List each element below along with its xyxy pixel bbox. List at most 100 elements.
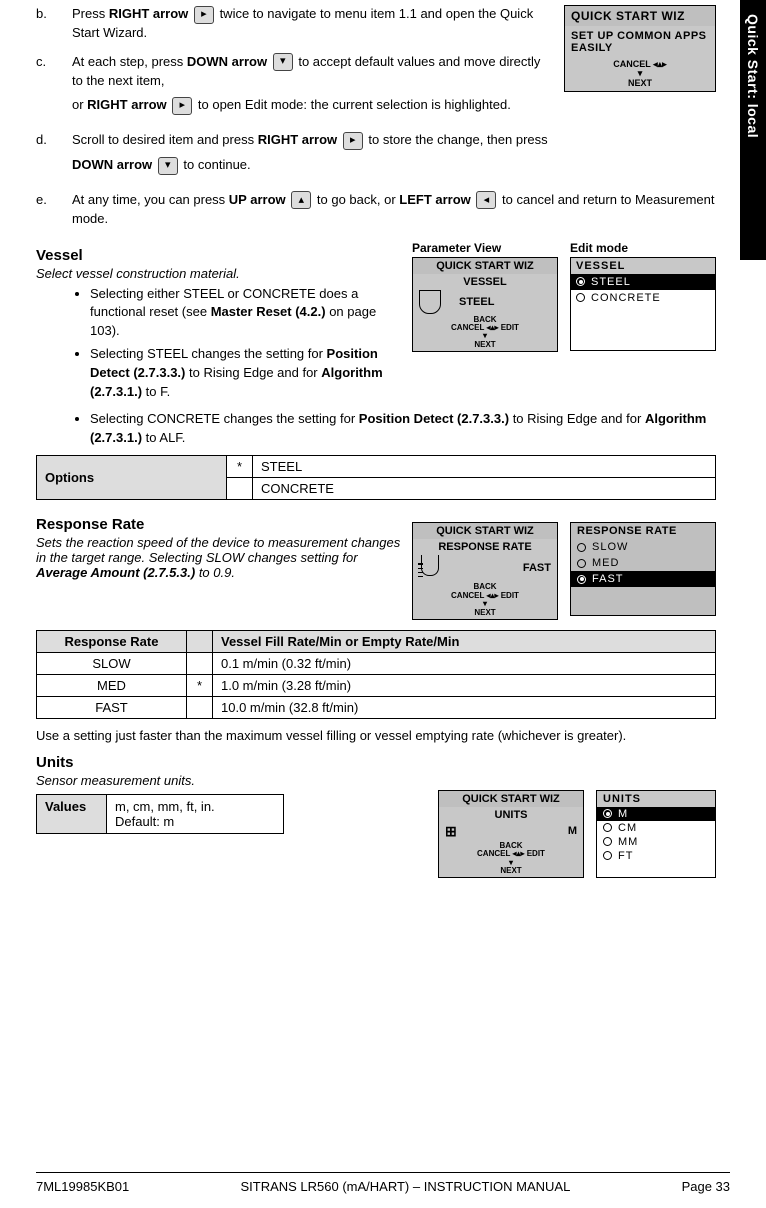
text: Selecting CONCRETE changes the setting f… <box>90 411 359 426</box>
nav-next: NEXT <box>413 609 557 617</box>
value-cell: 1.0 m/min (3.28 ft/min) <box>213 674 716 696</box>
step-c: At each step, press DOWN arrow ▾ to acce… <box>72 53 552 122</box>
vessel-param-panel: QUICK START WIZ VESSEL STEEL BACK CANCEL… <box>412 257 558 353</box>
nav-next: NEXT <box>565 79 715 88</box>
vessel-bullet: Selecting CONCRETE changes the setting f… <box>90 410 716 448</box>
step-letter: b. <box>36 5 72 43</box>
vessel-bullet: Selecting either STEEL or CONCRETE does … <box>90 285 402 342</box>
option-label: M <box>618 808 628 820</box>
nav-cancel: CANCEL <box>451 591 484 600</box>
radio-icon <box>603 823 612 832</box>
response-edit-panel: RESPONSE RATE SLOW MED FAST <box>570 522 716 616</box>
edit-option-mm: MM <box>597 835 715 849</box>
nav-cancel: CANCEL <box>613 59 650 69</box>
nav-cancel: CANCEL <box>477 849 510 858</box>
option-row: STEEL <box>253 456 716 478</box>
step-letter: d. <box>36 131 72 181</box>
key-label: RIGHT arrow <box>258 132 337 147</box>
vessel-edit-panel: VESSEL STEEL CONCRETE <box>570 257 716 351</box>
option-label: MM <box>618 836 638 848</box>
text: to store the change, then press <box>368 132 547 147</box>
step-b: Press RIGHT arrow ▸ twice to navigate to… <box>72 5 552 43</box>
lcd-value: M <box>568 825 577 837</box>
nav-edit: EDIT <box>501 591 519 600</box>
response-note: Use a setting just faster than the maxim… <box>36 727 716 746</box>
text: to F. <box>146 384 171 399</box>
edit-title: VESSEL <box>571 258 715 274</box>
edit-option-fast: FAST <box>571 571 715 587</box>
units-param-panel: QUICK START WIZ UNITS ⊞ M BACK CANCEL ◂▴… <box>438 790 584 879</box>
vessel-bullet: Selecting STEEL changes the setting for … <box>90 345 402 402</box>
lcd-value: STEEL <box>459 296 494 308</box>
text: to ALF. <box>146 430 186 445</box>
vessel-options-table: Options * STEEL CONCRETE <box>36 455 716 500</box>
rate-cell: MED <box>37 674 187 696</box>
side-tab: Quick Start: local <box>740 0 766 260</box>
nav-edit: EDIT <box>501 323 519 332</box>
vessel-heading: Vessel <box>36 247 402 264</box>
option-label: STEEL <box>591 276 631 288</box>
units-subtitle: Sensor measurement units. <box>36 773 716 788</box>
ref: Average Amount (2.7.5.3.) <box>36 565 195 580</box>
text: to go back, or <box>317 192 399 207</box>
text: to Rising Edge and for <box>513 411 645 426</box>
star-header <box>187 630 213 652</box>
nav-next: NEXT <box>439 867 583 875</box>
text: Scroll to desired item and press <box>72 132 258 147</box>
response-heading: Response Rate <box>36 516 402 533</box>
text: to open Edit mode: the current selection… <box>198 97 511 112</box>
values-default: Default: m <box>115 814 275 829</box>
option-label: CM <box>618 822 637 834</box>
up-arrow-icon: ▴ <box>291 191 311 209</box>
values-header: Values <box>37 794 107 833</box>
key-label: UP arrow <box>229 192 286 207</box>
radio-icon <box>603 809 612 818</box>
response-param-panel: QUICK START WIZ RESPONSE RATE FAST BACK … <box>412 522 558 620</box>
right-arrow-icon: ▸ <box>172 97 192 115</box>
star-cell <box>187 696 213 718</box>
option-label: FAST <box>592 573 624 585</box>
lcd-nav: CANCEL ◂▴▸ ▾ NEXT <box>565 60 715 91</box>
text: At each step, press <box>72 54 187 69</box>
edit-mode-label: Edit mode <box>570 241 716 255</box>
doc-title: SITRANS LR560 (mA/HART) – INSTRUCTION MA… <box>240 1179 570 1194</box>
key-label: DOWN arrow <box>72 157 152 172</box>
edit-option-med: MED <box>571 555 715 571</box>
values-list: m, cm, mm, ft, in. <box>115 799 275 814</box>
radio-icon <box>577 559 586 568</box>
nav-cancel: CANCEL <box>451 323 484 332</box>
edit-option-steel: STEEL <box>571 274 715 290</box>
ref: Position Detect (2.7.3.3.) <box>359 411 509 426</box>
page-footer: 7ML19985KB01 SITRANS LR560 (mA/HART) – I… <box>36 1172 730 1194</box>
radio-icon <box>603 851 612 860</box>
step-d: Scroll to desired item and press RIGHT a… <box>72 131 716 181</box>
option-label: MED <box>592 557 619 569</box>
lcd-param: RESPONSE RATE <box>413 539 557 553</box>
lcd-param: UNITS <box>439 807 583 821</box>
edit-option-slow: SLOW <box>571 539 715 555</box>
text: or <box>72 97 87 112</box>
left-arrow-icon: ◂ <box>476 191 496 209</box>
units-edit-panel: UNITS M CM MM FT <box>596 790 716 879</box>
text: to 0.9. <box>199 565 235 580</box>
fill-header: Vessel Fill Rate/Min or Empty Rate/Min <box>213 630 716 652</box>
rate-header: Response Rate <box>37 630 187 652</box>
radio-icon <box>603 837 612 846</box>
option-label: FT <box>618 850 633 862</box>
lcd-title: QUICK START WIZ <box>413 258 557 274</box>
star-cell <box>187 652 213 674</box>
down-arrow-icon: ▾ <box>158 157 178 175</box>
lcd-value: FAST <box>523 562 551 574</box>
vessel-subtitle: Select vessel construction material. <box>36 266 402 281</box>
units-icon: ⊞ <box>445 823 467 840</box>
lcd-body: SET UP COMMON APPS EASILY <box>565 26 715 60</box>
vessel-shape-icon <box>419 290 441 314</box>
lcd-nav: BACK CANCEL ◂▴▸ EDIT ▾ NEXT <box>413 316 557 352</box>
ref: Master Reset (4.2.) <box>211 304 326 319</box>
rate-cell: SLOW <box>37 652 187 674</box>
values-cell: m, cm, mm, ft, in. Default: m <box>107 794 284 833</box>
right-arrow-icon: ▸ <box>343 132 363 150</box>
step-letter: c. <box>36 53 72 122</box>
down-arrow-icon: ▾ <box>273 53 293 71</box>
default-star: * <box>227 456 253 478</box>
